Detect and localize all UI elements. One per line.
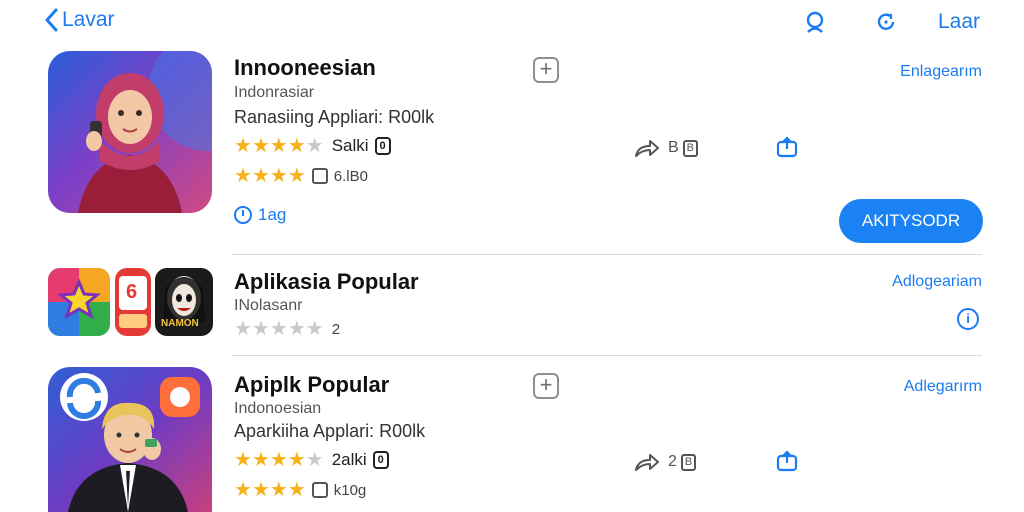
export-icon[interactable]: [776, 136, 798, 158]
app-description: Ranasiing Appliari: R00lk: [234, 107, 435, 127]
app-title: Apiplk Popular: [234, 372, 390, 397]
back-button[interactable]: Lavar: [44, 8, 115, 32]
star-icon: ★: [287, 449, 306, 471]
star-icon: ★: [234, 135, 252, 157]
calendar-icon: [311, 168, 328, 184]
share-count: 2: [668, 453, 677, 470]
app-thumbnails[interactable]: 6 NAMON: [48, 268, 214, 338]
share-button[interactable]: 2 B: [634, 452, 697, 472]
clock-icon: [234, 206, 252, 224]
star-icon: ★: [287, 479, 306, 501]
app-title: Innooneesian: [234, 55, 376, 80]
star-icon: ★: [305, 449, 324, 471]
app-detail-link[interactable]: Enlagearım: [900, 63, 982, 81]
star-icon: ★: [287, 318, 306, 340]
rating-badge: 0: [374, 137, 391, 155]
star-icon: ★: [269, 165, 288, 187]
star-icon: ★: [251, 165, 270, 187]
meta-text: 6.lB0: [333, 167, 368, 185]
rating-stars: ★ ★ ★ ★ ★ Salki 0: [234, 136, 391, 156]
star-icon: ★: [269, 479, 288, 501]
share-arrow-icon: [635, 454, 659, 471]
update-link[interactable]: 1ag: [234, 205, 286, 225]
star-icon: ★: [269, 135, 288, 157]
star-icon: ★: [269, 449, 288, 471]
app-detail-link[interactable]: Adlegarırm: [904, 378, 982, 396]
app-thumbnail-2[interactable]: 6: [115, 268, 151, 336]
add-button[interactable]: +: [533, 57, 559, 83]
colorful-puzzle-icon: [48, 268, 110, 336]
share-box: B: [682, 139, 699, 157]
back-label: Lavar: [62, 8, 115, 31]
share-count: B: [668, 139, 679, 156]
app-subtitle: Indonoesian: [234, 400, 322, 417]
app-thumbnail-3[interactable]: NAMON: [155, 268, 213, 336]
app-description: Aparkiiha Applari: R00lk: [234, 421, 426, 441]
meta-text: k10g: [333, 481, 367, 499]
star-icon: ★: [287, 135, 306, 157]
share-arrow-icon: [635, 140, 659, 157]
app-thumbnail-1[interactable]: [48, 268, 110, 336]
star-icon: ★: [234, 165, 252, 187]
star-icon: ★: [234, 449, 252, 471]
info-button[interactable]: i: [957, 308, 979, 330]
rating-badge: 0: [372, 451, 389, 469]
chevron-left-icon: [45, 8, 58, 32]
top-navigation-bar: Lavar Laar: [0, 0, 1024, 44]
card-number: 6: [126, 281, 138, 303]
star-icon: ★: [251, 135, 270, 157]
search-icon[interactable]: [804, 10, 828, 34]
row-divider: [232, 355, 982, 356]
star-icon: ★: [287, 165, 306, 187]
share-box: B: [680, 453, 697, 471]
app-meta: ★ ★ ★ ★ k10g: [234, 480, 366, 500]
app-detail-link[interactable]: Adlogeariam: [892, 273, 982, 291]
rating-text: 2alki: [331, 450, 367, 469]
rating-text: Salki: [331, 136, 369, 155]
row-divider: [232, 254, 982, 255]
install-button[interactable]: AKITYSODR: [839, 199, 983, 243]
rating-stars: ★ ★ ★ ★ ★ 2alki 0: [234, 450, 389, 470]
share-button[interactable]: B B: [634, 138, 699, 158]
star-icon: ★: [234, 479, 252, 501]
refresh-icon[interactable]: [874, 10, 898, 34]
update-link-label: 1ag: [258, 205, 287, 224]
star-icon: ★: [269, 318, 288, 340]
top-right-link[interactable]: Laar: [938, 10, 980, 34]
export-icon[interactable]: [776, 450, 798, 472]
star-icon: ★: [305, 318, 324, 340]
hijab-woman-illustration: [48, 51, 212, 213]
thumbnail-caption: NAMON: [161, 318, 199, 329]
meta-text: 2: [331, 320, 341, 338]
add-button[interactable]: +: [533, 373, 559, 399]
star-icon: ★: [305, 135, 324, 157]
app-icon-1[interactable]: [48, 51, 212, 213]
app-icon-3[interactable]: [48, 367, 212, 512]
app-subtitle: INolasanr: [234, 297, 303, 314]
app-subtitle: Indonrasiar: [234, 84, 315, 101]
businessman-illustration: [48, 367, 212, 512]
app-title: Aplikasia Popular: [234, 269, 419, 294]
app-meta: ★ ★ ★ ★ 6.lB0: [234, 166, 368, 186]
star-icon: ★: [251, 318, 270, 340]
star-icon: ★: [251, 449, 270, 471]
calendar-icon: [311, 482, 328, 498]
star-icon: ★: [251, 479, 270, 501]
app-meta: ★ ★ ★ ★ ★ 2: [234, 319, 340, 339]
star-icon: ★: [234, 318, 252, 340]
